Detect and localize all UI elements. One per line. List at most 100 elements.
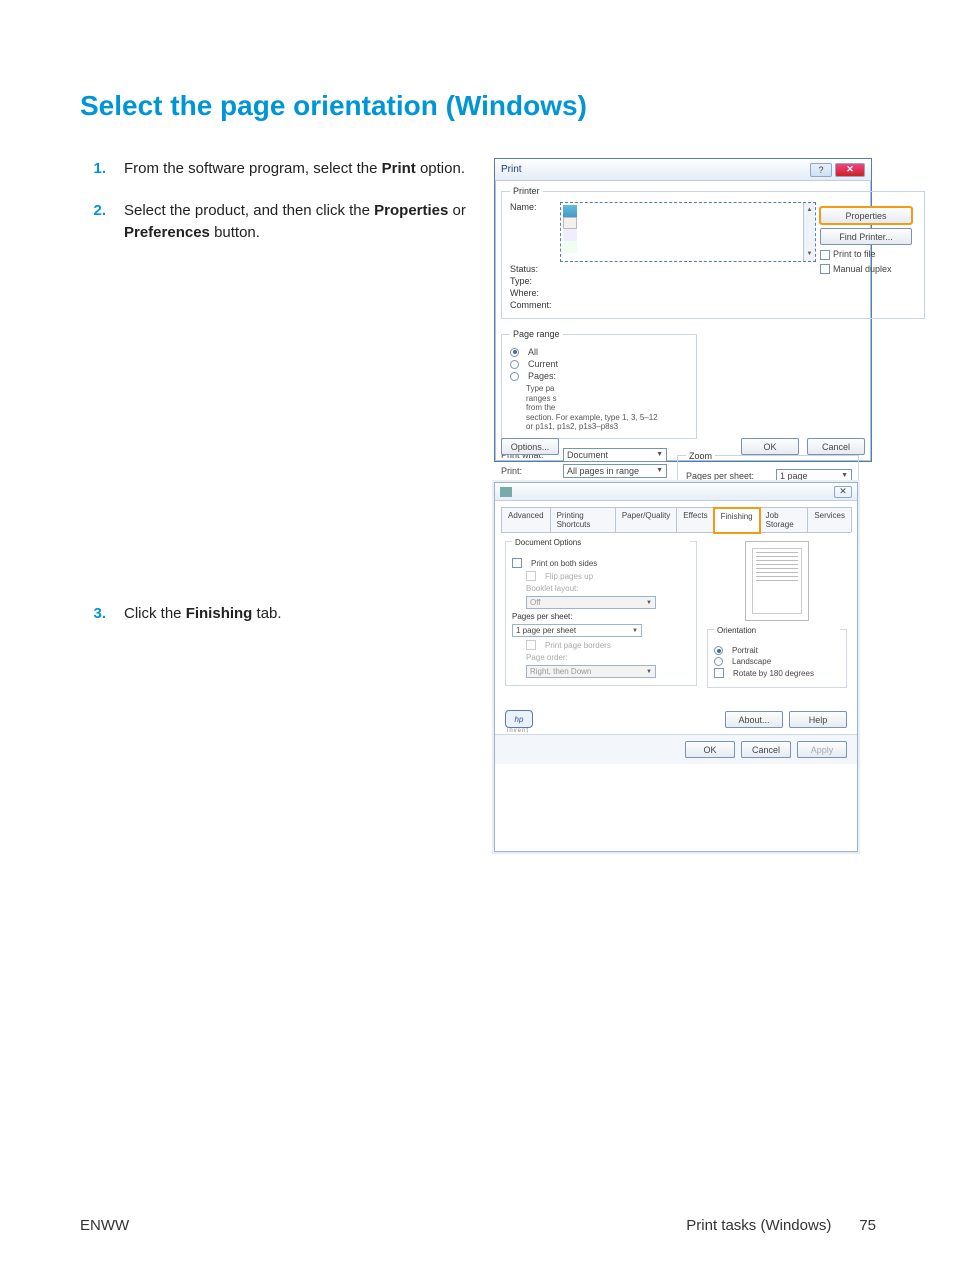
print-borders-checkbox: Print page borders [526, 640, 690, 650]
printer-icon [563, 205, 577, 217]
find-printer-button[interactable]: Find Printer... [820, 228, 912, 245]
titlebar: Print ? ✕ [495, 159, 871, 181]
lbl: Pages: [528, 371, 556, 381]
checkbox-icon [714, 668, 724, 678]
step-text: Select the product, and then click the P… [124, 200, 480, 244]
chevron-up-icon[interactable]: ▲ [807, 203, 813, 217]
printer-icon [563, 241, 577, 253]
print-to-file-checkbox[interactable]: Print to file [820, 249, 912, 260]
lbl: All [528, 347, 538, 357]
printer-icon [500, 487, 512, 497]
print-both-sides-checkbox[interactable]: Print on both sides [512, 558, 690, 568]
chevron-down-icon[interactable]: ▼ [807, 247, 813, 261]
footer-page-number: 75 [859, 1217, 876, 1234]
cancel-button[interactable]: Cancel [741, 741, 791, 758]
apply-button[interactable]: Apply [797, 741, 847, 758]
footer-left: ENWW [80, 1217, 129, 1234]
lbl: Current [528, 359, 558, 369]
step-number: 1. [80, 158, 124, 180]
manual-duplex-checkbox[interactable]: Manual duplex [820, 264, 912, 275]
t: tab. [252, 605, 281, 622]
range-current-radio[interactable]: Current [510, 359, 690, 369]
help-icon[interactable]: ? [810, 163, 832, 177]
step-number: 2. [80, 200, 124, 244]
radio-icon [510, 372, 519, 381]
legend: Page range [510, 329, 563, 339]
options-button[interactable]: Options... [501, 438, 559, 455]
t: Select the product, and then click the [124, 202, 374, 219]
tab-job-storage[interactable]: Job Storage [759, 507, 809, 532]
v: All pages in range [567, 466, 639, 476]
document-options-group: Document Options Print on both sides Fli… [505, 541, 697, 686]
tab-advanced[interactable]: Advanced [501, 507, 551, 532]
checkbox-icon [526, 571, 536, 581]
chevron-down-icon: ▼ [646, 600, 652, 606]
printer-icon [563, 217, 577, 229]
tab-services[interactable]: Services [807, 507, 852, 532]
tab-effects[interactable]: Effects [676, 507, 714, 532]
print-label: Print: [501, 466, 557, 476]
chevron-down-icon: ▼ [632, 628, 638, 634]
t: Properties [374, 202, 448, 219]
tab-printing-shortcuts[interactable]: Printing Shortcuts [550, 507, 616, 532]
ok-button[interactable]: OK [685, 741, 735, 758]
page-order-label: Page order: [526, 653, 690, 662]
dialog-title: Print [501, 164, 522, 175]
step-1: 1. From the software program, select the… [80, 158, 480, 180]
t: button. [210, 224, 260, 241]
pages-per-sheet-combo[interactable]: 1 page per sheet▼ [512, 624, 642, 637]
page-order-combo: Right, then Down▼ [526, 665, 656, 678]
t: or [448, 202, 466, 219]
v: 1 page [780, 471, 808, 481]
step-3: 3. Click the Finishing tab. [80, 603, 480, 625]
name-label: Name: [510, 202, 554, 212]
t: from the [526, 403, 555, 412]
properties-button[interactable]: Properties [820, 207, 912, 224]
t: option. [416, 160, 465, 177]
checkbox-icon [820, 264, 830, 274]
page-range-group: Page range All Current Pages: Type pa ra… [501, 329, 697, 439]
step-text: Click the Finishing tab. [124, 603, 480, 625]
properties-dialog: ✕ Advanced Printing Shortcuts Paper/Qual… [494, 482, 858, 852]
range-pages-radio[interactable]: Pages: [510, 371, 690, 381]
footer-section: Print tasks (Windows) [686, 1217, 831, 1234]
printer-listbox[interactable]: ▲▼ [560, 202, 816, 262]
pps-label: Pages per sheet: [512, 612, 690, 621]
tab-finishing[interactable]: Finishing [714, 508, 760, 533]
print-pages-combo[interactable]: All pages in range▼ [563, 464, 667, 478]
close-icon[interactable]: ✕ [834, 486, 852, 498]
rotate-checkbox[interactable]: Rotate by 180 degrees [714, 668, 840, 678]
portrait-radio[interactable]: Portrait [714, 646, 840, 655]
range-hint: Type pa ranges s from the section. For e… [526, 384, 690, 432]
radio-icon [510, 348, 519, 357]
booklet-label: Booklet layout: [526, 584, 690, 593]
type-label: Type: [510, 276, 554, 286]
page-preview [745, 541, 809, 621]
cancel-button[interactable]: Cancel [807, 438, 865, 455]
lbl: Print page borders [545, 641, 611, 650]
landscape-radio[interactable]: Landscape [714, 657, 840, 666]
lbl: Manual duplex [833, 264, 892, 274]
help-button[interactable]: Help [789, 711, 847, 728]
ok-button[interactable]: OK [741, 438, 799, 455]
dialog-buttons: OK Cancel Apply [495, 734, 857, 764]
range-all-radio[interactable]: All [510, 347, 690, 357]
close-icon[interactable]: ✕ [835, 163, 865, 177]
screenshots-column: Print ? ✕ Printer Name: [494, 158, 874, 852]
step-number: 3. [80, 603, 124, 625]
printer-group: Printer Name: ▲▼ [501, 186, 925, 319]
flip-pages-checkbox: Flip pages up [526, 571, 690, 581]
t: From the software program, select the [124, 160, 382, 177]
where-label: Where: [510, 288, 554, 298]
t: Type pa [526, 384, 554, 393]
pages-per-sheet-combo[interactable]: 1 page▼ [776, 469, 852, 483]
checkbox-icon [526, 640, 536, 650]
v: Right, then Down [530, 667, 591, 676]
about-button[interactable]: About... [725, 711, 783, 728]
scrollbar[interactable]: ▲▼ [803, 203, 815, 261]
checkbox-icon [820, 250, 830, 260]
t: section. For example, type 1, 3, 5–12 or… [526, 413, 658, 432]
printer-icon [563, 229, 577, 241]
tab-paper-quality[interactable]: Paper/Quality [615, 507, 677, 532]
titlebar: ✕ [495, 483, 857, 501]
